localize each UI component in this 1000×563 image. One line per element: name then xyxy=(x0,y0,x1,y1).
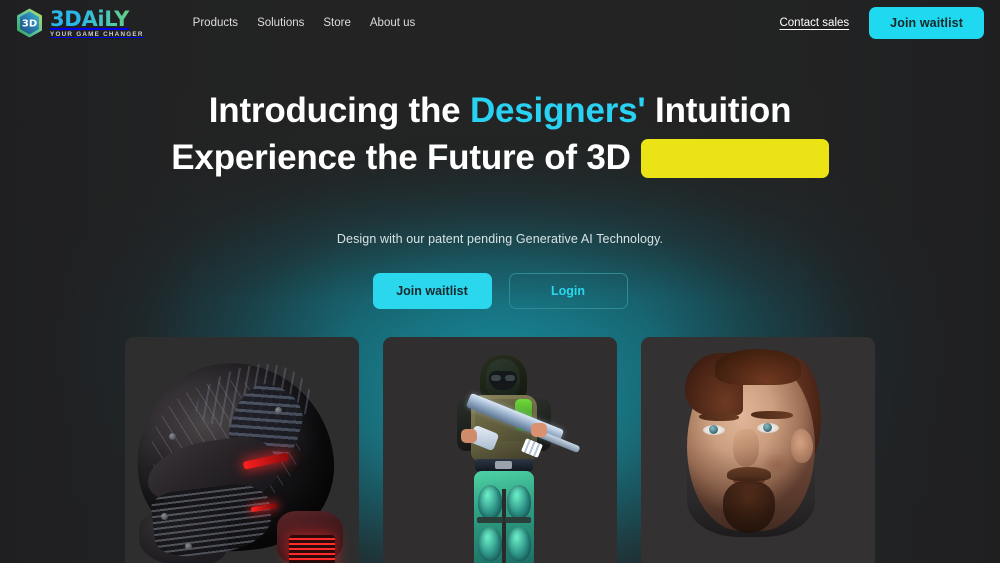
sci-fi-helmet-render xyxy=(125,337,359,563)
game-character-soldier-render xyxy=(383,337,617,563)
primary-navigation: Products Solutions Store About us xyxy=(193,17,416,29)
hero-headline: Introducing the Designers' Intuition Exp… xyxy=(0,88,1000,182)
showcase-card-row xyxy=(0,337,1000,563)
nav-link-store[interactable]: Store xyxy=(323,17,351,29)
showcase-card-face[interactable] xyxy=(641,337,875,563)
headline-line1-before: Introducing the xyxy=(208,91,470,130)
nav-link-solutions[interactable]: Solutions xyxy=(257,17,304,29)
showcase-card-soldier[interactable] xyxy=(383,337,617,563)
headline-line-1: Introducing the Designers' Intuition xyxy=(0,88,1000,135)
nav-link-about-us[interactable]: About us xyxy=(370,17,415,29)
hero-section: Introducing the Designers' Intuition Exp… xyxy=(0,0,1000,309)
hero-subtitle: Design with our patent pending Generativ… xyxy=(336,231,664,246)
contact-sales-link[interactable]: Contact sales xyxy=(779,17,849,29)
hero-login-button[interactable]: Login xyxy=(508,272,628,309)
hero-cta-group: Join waitlist Login xyxy=(0,272,1000,309)
headline-accent-designers: Designers' xyxy=(469,91,646,130)
header-join-waitlist-button[interactable]: Join waitlist xyxy=(869,7,984,39)
site-header: 3D 3DAiLY YOUR GAME CHANGER Products Sol… xyxy=(0,0,1000,46)
realistic-male-head-render xyxy=(641,337,875,563)
yellow-redaction-block xyxy=(640,138,829,178)
headline-line1-after: Intuition xyxy=(645,91,792,130)
brand-name: 3DAiLY xyxy=(50,8,144,30)
headline-line2-text: Experience the Future of 3D xyxy=(171,137,631,177)
brand-tagline: YOUR GAME CHANGER xyxy=(50,30,144,38)
header-actions: Contact sales Join waitlist xyxy=(779,7,984,39)
svg-text:3D: 3D xyxy=(22,18,37,29)
brand-logo[interactable]: 3D 3DAiLY YOUR GAME CHANGER xyxy=(16,8,144,38)
hexagon-3d-logo-icon: 3D xyxy=(17,8,42,38)
showcase-card-helmet[interactable] xyxy=(125,337,359,563)
headline-line-2: Experience the Future of 3D xyxy=(0,135,1000,182)
nav-link-products[interactable]: Products xyxy=(193,17,238,29)
hero-join-waitlist-button[interactable]: Join waitlist xyxy=(372,272,492,309)
